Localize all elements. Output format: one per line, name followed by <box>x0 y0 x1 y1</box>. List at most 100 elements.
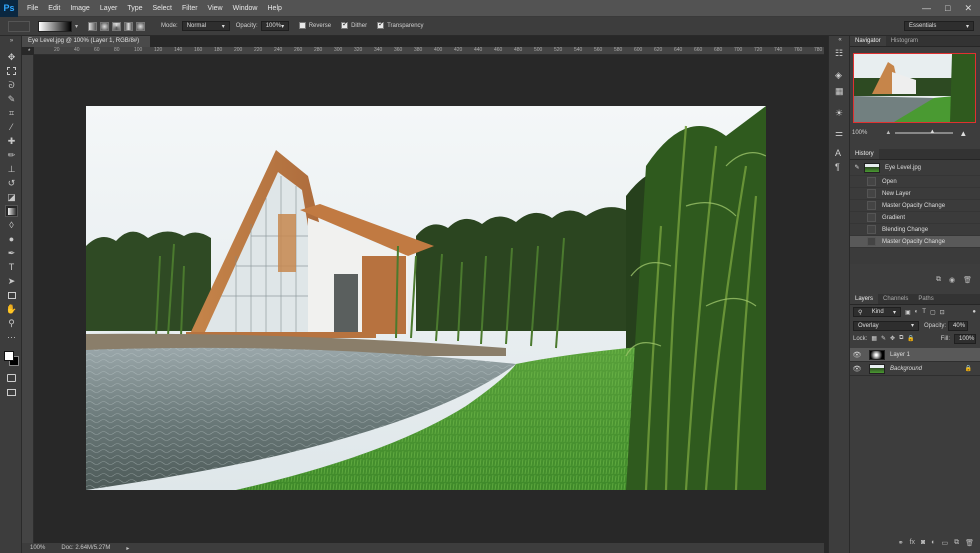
dither-option[interactable]: Dither <box>341 20 367 30</box>
filter-smart-object-icon[interactable]: ⊡ <box>940 309 945 316</box>
transparency-checkbox[interactable] <box>377 20 385 30</box>
history-item[interactable]: Master Opacity Change <box>850 200 980 212</box>
filter-shape-icon[interactable]: ▢ <box>930 309 936 316</box>
new-layer-icon[interactable]: ⧉ <box>954 539 959 551</box>
zoom-slider-thumb[interactable]: ▲ <box>929 129 935 135</box>
menu-select[interactable]: Select <box>148 0 177 17</box>
menu-image[interactable]: Image <box>65 0 94 17</box>
tab-history[interactable]: History <box>850 149 879 159</box>
new-document-from-state-icon[interactable]: ⧉ <box>936 276 941 288</box>
layer-name[interactable]: Layer 1 <box>890 352 910 358</box>
tab-paths[interactable]: Paths <box>913 294 938 304</box>
lasso-tool-icon[interactable]: ᘐ <box>5 79 18 91</box>
reflected-gradient-button[interactable] <box>124 21 134 31</box>
minimize-button[interactable]: — <box>922 3 931 14</box>
clone-stamp-tool-icon[interactable]: ⊥ <box>5 163 18 175</box>
menu-edit[interactable]: Edit <box>43 0 65 17</box>
menu-layer[interactable]: Layer <box>95 0 123 17</box>
chevron-down-icon[interactable]: ▾ <box>75 23 78 30</box>
linear-gradient-button[interactable] <box>88 21 98 31</box>
swatches-icon[interactable]: ▦ <box>835 86 844 97</box>
filter-toggle-icon[interactable]: ● <box>972 309 976 315</box>
quick-mask-icon[interactable] <box>5 372 18 384</box>
lock-all-icon[interactable]: 🔒 <box>907 335 914 342</box>
blend-mode-dropdown[interactable]: Overlay ▾ <box>853 320 919 331</box>
add-mask-icon[interactable]: ◙ <box>921 539 925 551</box>
filter-adjustment-icon[interactable]: ◐ <box>915 309 919 315</box>
filter-type-icon[interactable]: T <box>922 309 926 315</box>
eye-icon[interactable]: 👁 <box>850 365 864 373</box>
menu-help[interactable]: Help <box>263 0 287 17</box>
filter-pixel-icon[interactable]: ▣ <box>905 309 911 316</box>
transparency-option[interactable]: Transparency <box>377 20 424 30</box>
foreground-color-swatch[interactable] <box>4 351 14 361</box>
gradient-picker[interactable] <box>38 20 72 32</box>
collapse-toolbox-icon[interactable]: » <box>5 38 18 44</box>
adjustment-layer-icon[interactable]: ◐ <box>931 539 935 551</box>
opacity-field[interactable]: 100% ▾ <box>260 21 289 31</box>
properties-icon[interactable]: ⚌ <box>835 128 843 139</box>
rectangle-tool-icon[interactable] <box>5 289 18 301</box>
zoom-slider[interactable]: ▲ <box>895 129 954 135</box>
tab-layers[interactable]: Layers <box>850 294 879 304</box>
menu-view[interactable]: View <box>203 0 228 17</box>
history-brush-tool-icon[interactable]: ↺ <box>5 177 18 189</box>
menu-type[interactable]: Type <box>122 0 147 17</box>
eyedropper-tool-icon[interactable]: ⁄ <box>5 121 18 133</box>
hand-tool-icon[interactable]: ✋ <box>5 303 18 315</box>
character-icon[interactable]: A <box>835 148 841 158</box>
layer-filter-dropdown[interactable]: ⚲ Kind ▾ <box>853 307 901 317</box>
tab-histogram[interactable]: Histogram <box>886 36 923 46</box>
zoom-level[interactable]: 100% <box>30 545 45 551</box>
brush-tool-icon[interactable]: ✏ <box>5 149 18 161</box>
navigator-preview[interactable] <box>853 53 976 123</box>
mode-dropdown[interactable]: Normal ▾ <box>181 21 230 31</box>
libraries-icon[interactable]: ☷ <box>835 48 843 59</box>
quick-selection-tool-icon[interactable]: ✎ <box>5 93 18 105</box>
lock-position-icon[interactable]: ✥ <box>890 335 895 342</box>
dodge-tool-icon[interactable]: ● <box>5 233 18 245</box>
path-selection-tool-icon[interactable]: ➤ <box>5 275 18 287</box>
canvas-image[interactable] <box>86 106 766 490</box>
screen-mode-icon[interactable] <box>5 386 18 398</box>
radial-gradient-button[interactable] <box>100 21 110 31</box>
history-item[interactable]: Open <box>850 176 980 188</box>
link-layers-icon[interactable]: ⚭ <box>898 539 904 551</box>
diamond-gradient-button[interactable] <box>136 21 146 31</box>
zoom-tool-icon[interactable]: ⚲ <box>5 317 18 329</box>
paragraph-icon[interactable]: ¶ <box>835 162 840 172</box>
layer-row[interactable]: 👁 Background 🔒 <box>850 362 980 376</box>
menu-window[interactable]: Window <box>228 0 263 17</box>
maximize-button[interactable]: □ <box>945 3 950 14</box>
workspace-switcher[interactable]: Essentials ▾ <box>904 21 974 31</box>
new-group-icon[interactable]: ▭ <box>941 539 948 551</box>
marquee-tool-icon[interactable] <box>5 65 18 77</box>
history-item-selected[interactable]: Master Opacity Change <box>850 236 980 248</box>
brush-source-icon[interactable]: ✎ <box>850 164 864 171</box>
gradient-tool-icon[interactable] <box>5 205 18 217</box>
color-icon[interactable]: ◈ <box>835 70 842 81</box>
zoom-out-icon[interactable]: ▲ <box>885 130 891 136</box>
eye-icon[interactable]: 👁 <box>850 351 864 359</box>
adjustments-icon[interactable]: ☀ <box>835 108 843 119</box>
tab-navigator[interactable]: Navigator <box>850 36 886 46</box>
blur-tool-icon[interactable]: ◊ <box>5 219 18 231</box>
type-tool-icon[interactable]: T <box>5 261 18 273</box>
zoom-in-icon[interactable]: ▲ <box>959 129 967 138</box>
dither-checkbox[interactable] <box>341 20 349 30</box>
delete-layer-icon[interactable]: 🗑 <box>965 539 974 551</box>
status-menu-arrow-icon[interactable]: ▸ <box>126 545 129 552</box>
layer-opacity-field[interactable]: 40% <box>948 320 969 331</box>
angle-gradient-button[interactable] <box>112 21 122 31</box>
navigator-zoom-value[interactable]: 100% <box>852 130 867 136</box>
lock-image-icon[interactable]: ✎ <box>881 335 886 342</box>
lock-artboard-icon[interactable]: ⧉ <box>899 335 903 342</box>
document-tab[interactable]: Eye Level.jpg @ 100% (Layer 1, RGB/8#) *… <box>22 36 150 55</box>
healing-brush-tool-icon[interactable]: ✚ <box>5 135 18 147</box>
layer-style-icon[interactable]: fx <box>910 539 915 551</box>
eraser-tool-icon[interactable]: ◪ <box>5 191 18 203</box>
menu-file[interactable]: File <box>22 0 43 17</box>
create-snapshot-icon[interactable]: ◉ <box>949 276 955 288</box>
lock-transparent-icon[interactable]: ▦ <box>871 335 877 342</box>
reverse-option[interactable]: Reverse <box>298 22 331 30</box>
